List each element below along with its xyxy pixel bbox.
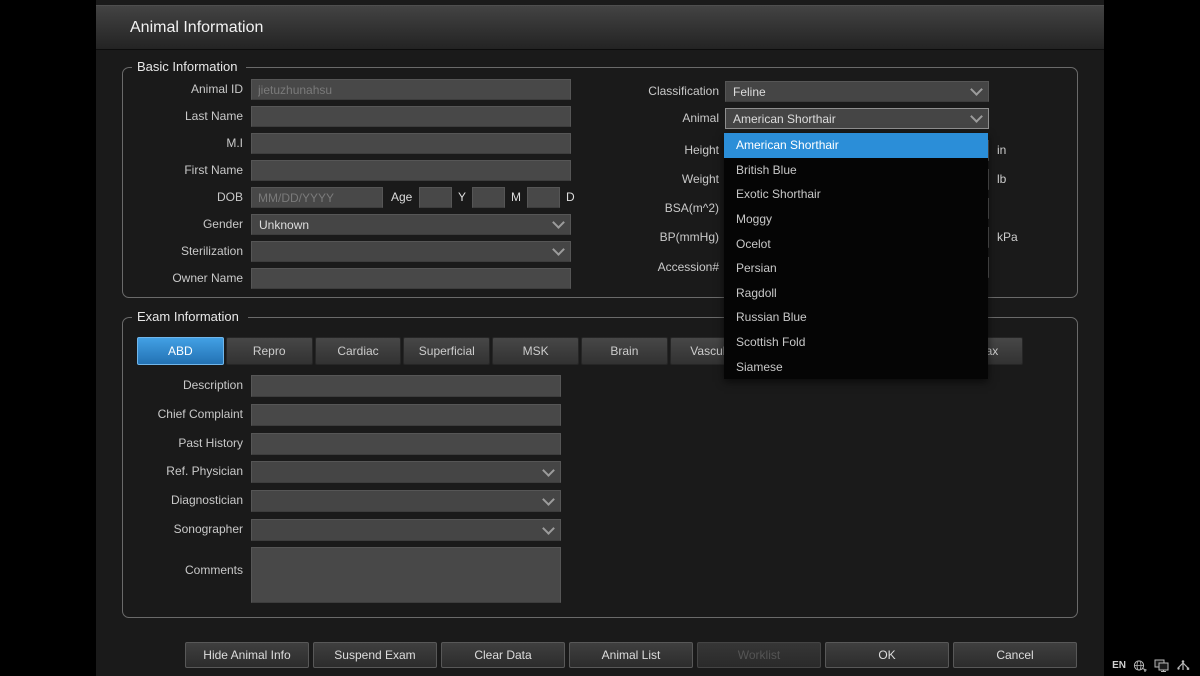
ref-physician-select[interactable] (251, 461, 561, 483)
middle-initial-input[interactable] (251, 133, 571, 154)
worklist-button: Worklist (697, 642, 821, 668)
dropdown-option-russian-blue[interactable]: Russian Blue (724, 305, 988, 330)
animal-value: American Shorthair (733, 112, 836, 126)
dob-label: DOB (123, 187, 243, 208)
cancel-button[interactable]: Cancel (953, 642, 1077, 668)
weight-unit: lb (997, 169, 1006, 190)
chevron-down-icon (542, 464, 555, 477)
sonographer-label: Sonographer (123, 519, 243, 540)
weight-label: Weight (609, 169, 719, 190)
footer-button-bar: Hide Animal Info Suspend Exam Clear Data… (185, 642, 1077, 668)
chief-complaint-label: Chief Complaint (123, 404, 243, 425)
animal-id-label: Animal ID (123, 79, 243, 100)
tab-cardiac[interactable]: Cardiac (315, 337, 402, 365)
dropdown-option-siamese[interactable]: Siamese (724, 354, 988, 379)
owner-name-input[interactable] (251, 268, 571, 289)
basic-information-title: Basic Information (132, 59, 246, 74)
clear-data-button[interactable]: Clear Data (441, 642, 565, 668)
dual-display-icon[interactable] (1154, 659, 1169, 672)
classification-label: Classification (609, 81, 719, 102)
dropdown-option-british-blue[interactable]: British Blue (724, 158, 988, 183)
chief-complaint-input[interactable] (251, 404, 561, 426)
tab-brain[interactable]: Brain (581, 337, 668, 365)
comments-label: Comments (123, 560, 243, 581)
first-name-label: First Name (123, 160, 243, 181)
sterilization-select[interactable] (251, 241, 571, 262)
dropdown-option-american-shorthair[interactable]: American Shorthair (724, 133, 988, 158)
bp-label: BP(mmHg) (609, 227, 719, 248)
system-tray: EN (1112, 659, 1190, 672)
last-name-label: Last Name (123, 106, 243, 127)
dropdown-option-scottish-fold[interactable]: Scottish Fold (724, 330, 988, 355)
network-icon[interactable] (1133, 659, 1147, 672)
ref-physician-label: Ref. Physician (123, 461, 243, 482)
animal-id-input[interactable] (251, 79, 571, 100)
age-label: Age (391, 187, 412, 208)
first-name-input[interactable] (251, 160, 571, 181)
height-label: Height (609, 140, 719, 161)
tab-abd[interactable]: ABD (137, 337, 224, 365)
past-history-label: Past History (123, 433, 243, 454)
age-months-input[interactable] (472, 187, 505, 208)
animal-label: Animal (609, 108, 719, 129)
chevron-down-icon (970, 83, 983, 96)
tab-repro[interactable]: Repro (226, 337, 313, 365)
chevron-down-icon (970, 110, 983, 123)
gender-value: Unknown (259, 218, 309, 232)
age-days-unit: D (566, 187, 575, 208)
last-name-input[interactable] (251, 106, 571, 127)
tab-msk[interactable]: MSK (492, 337, 579, 365)
classification-value: Feline (733, 85, 766, 99)
animal-breed-dropdown-list: American Shorthair British Blue Exotic S… (724, 133, 988, 379)
dropdown-option-exotic-shorthair[interactable]: Exotic Shorthair (724, 182, 988, 207)
past-history-input[interactable] (251, 433, 561, 455)
exam-information-title: Exam Information (132, 309, 248, 324)
dropdown-option-ocelot[interactable]: Ocelot (724, 231, 988, 256)
bsa-label: BSA(m^2) (609, 198, 719, 219)
dropdown-option-ragdoll[interactable]: Ragdoll (724, 281, 988, 306)
diagnostician-select[interactable] (251, 490, 561, 512)
sterilization-label: Sterilization (123, 241, 243, 262)
sonographer-select[interactable] (251, 519, 561, 541)
dob-date-input[interactable] (251, 187, 383, 208)
age-days-input[interactable] (527, 187, 560, 208)
chevron-down-icon (542, 522, 555, 535)
hide-animal-info-button[interactable]: Hide Animal Info (185, 642, 309, 668)
animal-select[interactable]: American Shorthair (725, 108, 989, 129)
ok-button[interactable]: OK (825, 642, 949, 668)
gender-label: Gender (123, 214, 243, 235)
usb-icon[interactable] (1176, 659, 1190, 672)
description-input[interactable] (251, 375, 561, 397)
chevron-down-icon (552, 216, 565, 229)
tab-superficial[interactable]: Superficial (403, 337, 490, 365)
dialog-titlebar: Animal Information (96, 5, 1104, 50)
bp-unit: kPa (997, 227, 1018, 248)
animal-information-dialog: Animal Information Basic Information Ani… (96, 0, 1104, 676)
gender-select[interactable]: Unknown (251, 214, 571, 235)
diagnostician-label: Diagnostician (123, 490, 243, 511)
dialog-title: Animal Information (130, 6, 263, 50)
dropdown-option-moggy[interactable]: Moggy (724, 207, 988, 232)
chevron-down-icon (552, 243, 565, 256)
age-months-unit: M (511, 187, 521, 208)
classification-select[interactable]: Feline (725, 81, 989, 102)
screen: Animal Information Basic Information Ani… (0, 0, 1200, 676)
language-indicator[interactable]: EN (1112, 660, 1126, 671)
dropdown-option-persian[interactable]: Persian (724, 256, 988, 281)
accession-label: Accession# (609, 257, 719, 278)
description-label: Description (123, 375, 243, 396)
age-years-unit: Y (458, 187, 466, 208)
age-years-input[interactable] (419, 187, 452, 208)
chevron-down-icon (542, 493, 555, 506)
comments-textarea[interactable] (251, 547, 561, 603)
suspend-exam-button[interactable]: Suspend Exam (313, 642, 437, 668)
height-unit: in (997, 140, 1006, 161)
middle-initial-label: M.I (123, 133, 243, 154)
owner-name-label: Owner Name (123, 268, 243, 289)
animal-list-button[interactable]: Animal List (569, 642, 693, 668)
